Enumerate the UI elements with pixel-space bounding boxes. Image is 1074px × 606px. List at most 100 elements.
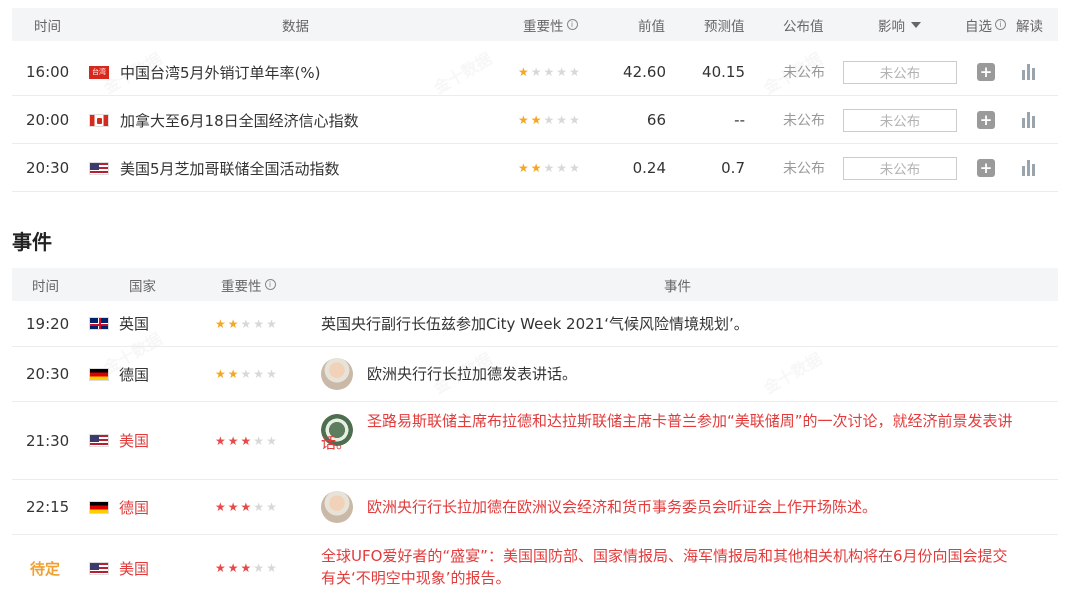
data-table-header: 时间 数据 重要性 i 前值 预测值 公布值 影响 自选 i 解读 [12,8,1058,41]
country-germany: 德国 [89,480,149,534]
analysis-button[interactable] [1022,145,1035,191]
star-icon: ★ [240,367,252,381]
importance-stars: ★ ★ ★ ★ ★ [215,347,277,401]
events-section-title: 事件 [12,230,52,254]
header-importance: 重要性 i [523,8,578,41]
flag-germany-icon [89,500,109,514]
table-row: 20:00 加拿大至6月18日全国经济信心指数 ★ ★ ★ ★ ★ 66 -- 未公布 … [12,97,1058,144]
star-icon: ★ [569,113,580,127]
info-icon[interactable]: i [995,19,1006,30]
star-icon: ★ [543,65,555,79]
info-icon[interactable]: i [264,279,276,290]
plus-icon[interactable]: + [977,111,995,129]
star-icon: ★ [569,65,580,79]
star-icon: ★ [227,561,239,575]
header-event: 事件 [664,278,691,295]
star-icon: ★ [240,561,252,575]
star-icon: ★ [240,500,252,514]
star-icon: ★ [530,113,542,127]
header-data: 数据 [282,18,309,35]
header-impact-label: 影响 [878,18,905,35]
event-content: 欧洲央行行长拉加德在欧洲议会经济和货币事务委员会听证会上作开场陈述。 [321,480,877,534]
importance-stars: ★ ★ ★ ★ ★ [518,97,580,143]
flag-germany-icon [89,367,109,381]
star-icon: ★ [530,161,542,175]
analysis-button[interactable] [1022,49,1035,95]
forecast-value: 40.15 [702,63,745,81]
bar-chart-icon[interactable] [1022,112,1035,128]
flag-usa-icon [89,561,109,575]
flag-uk-icon [89,317,109,330]
published-value: 未公布 [783,113,825,129]
economic-data-table: 时间 数据 重要性 i 前值 预测值 公布值 影响 自选 i 解读 16:00 … [12,8,1058,192]
row-time: 22:15 [26,498,70,516]
importance-stars: ★ ★ ★ ★ ★ [215,480,277,534]
avatar [321,358,353,390]
star-icon: ★ [215,433,226,448]
event-text-line: 话。 [321,434,352,452]
add-watchlist-button[interactable]: + [977,49,995,95]
data-title[interactable]: 加拿大至6月18日全国经济信心指数 [120,97,359,143]
table-row: 20:30 美国5月芝加哥联储全国活动指数 ★ ★ ★ ★ ★ 0.24 0.7 未公布… [12,145,1058,192]
events-table-header: 时间 国家 重要性 i 事件 [12,268,1058,301]
country-usa: 美国 [89,402,149,479]
impact-value: 未公布 [843,60,957,84]
star-icon: ★ [543,161,555,175]
header-importance-label: 重要性 [523,18,564,35]
plus-icon[interactable]: + [977,63,995,81]
data-title[interactable]: 美国5月芝加哥联储全国活动指数 [120,145,340,191]
add-watchlist-button[interactable]: + [977,145,995,191]
published-value: 未公布 [783,161,825,177]
event-text[interactable]: 欧洲央行行长拉加德发表讲话。 [367,363,577,385]
caret-down-icon[interactable] [911,21,921,28]
importance-stars: ★ ★ ★ ★ ★ [215,402,277,479]
star-icon: ★ [253,561,265,575]
star-icon: ★ [518,161,529,175]
importance-stars: ★ ★ ★ ★ ★ [518,49,580,95]
bar-chart-icon[interactable] [1022,160,1035,176]
header-forecast: 预测值 [704,18,745,35]
flag-label: 台湾 [89,65,109,79]
star-icon: ★ [227,316,239,331]
country-name: 美国 [119,432,150,450]
header-watchlist: 自选 i [965,8,1006,41]
row-time: 20:00 [26,111,70,129]
avatar [321,491,353,523]
impact-box: 未公布 [843,145,957,191]
country-usa: 美国 [89,535,149,601]
row-time: 21:30 [26,431,70,450]
bar-chart-icon[interactable] [1022,64,1035,80]
event-text[interactable]: 欧洲央行行长拉加德在欧洲议会经济和货币事务委员会听证会上作开场陈述。 [367,496,877,518]
star-icon: ★ [215,367,226,381]
star-icon: ★ [266,367,277,381]
star-icon: ★ [215,316,226,331]
row-time: 20:30 [26,365,70,383]
star-icon: ★ [543,113,555,127]
published-value: 未公布 [783,65,825,81]
table-row: 16:00 台湾 中国台湾5月外销订单年率(%) ★ ★ ★ ★ ★ 42.60 40.… [12,49,1058,96]
event-text[interactable]: 英国央行副行长伍兹参加City Week 2021‘气候风险情境规划’。 [321,301,749,346]
event-text-line: 全球UFO爱好者的“盛宴”：美国国防部、国家情报局、海军情报局和其他相关机构将在… [321,547,1008,565]
event-text[interactable]: 全球UFO爱好者的“盛宴”：美国国防部、国家情报局、海军情报局和其他相关机构将在… [321,535,1056,601]
info-icon[interactable]: i [566,19,578,30]
impact-box: 未公布 [843,49,957,95]
analysis-button[interactable] [1022,97,1035,143]
country-uk: 英国 [89,301,149,346]
add-watchlist-button[interactable]: + [977,97,995,143]
event-text[interactable]: 圣路易斯联储主席布拉德和达拉斯联储主席卡普兰参加“美联储周”的一次讨论，就经济前… [321,412,1013,454]
data-title[interactable]: 中国台湾5月外销订单年率(%) [120,49,321,95]
plus-icon[interactable]: + [977,159,995,177]
importance-stars: ★ ★ ★ ★ ★ [215,535,277,601]
star-icon: ★ [266,561,277,575]
event-row: 21:30 美国 ★ ★ ★ ★ ★ 圣路易斯联储主席布拉德和达拉斯联储主席卡普兰参加“… [12,402,1058,480]
header-impact[interactable]: 影响 [878,8,921,41]
star-icon: ★ [215,500,226,514]
star-icon: ★ [253,433,265,448]
country-name: 德国 [119,498,150,517]
forecast-value: 0.7 [721,159,745,177]
previous-value: 42.60 [623,63,666,81]
country-name: 美国 [119,559,150,578]
event-row: 待定 美国 ★ ★ ★ ★ ★ 全球UFO爱好者的“盛宴”：美国国防部、国家情报局、海军… [12,535,1058,601]
header-time: 时间 [34,18,61,35]
forecast-value: -- [734,111,745,129]
